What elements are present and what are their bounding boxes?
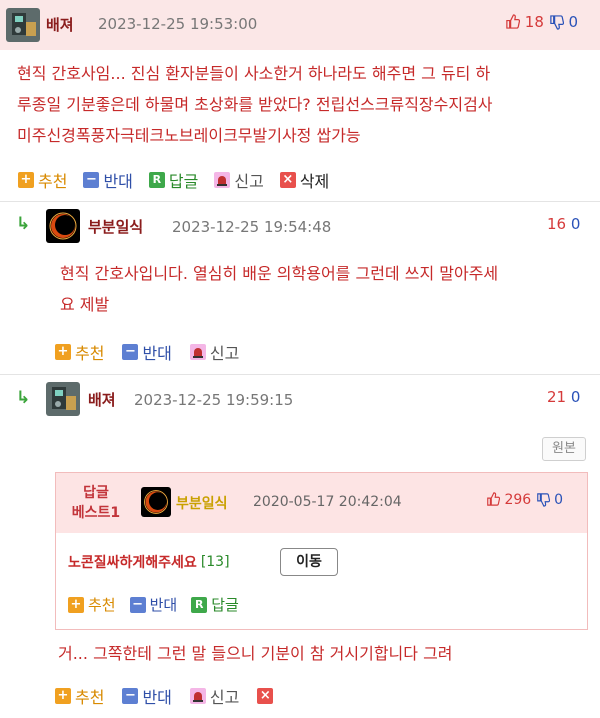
downvote-button[interactable]: − 반대 bbox=[122, 684, 172, 708]
best-reply-author[interactable]: 부분일식 bbox=[176, 493, 228, 513]
reply-icon: R bbox=[191, 596, 208, 613]
comment-line: 현직 간호사입니다. 열심히 배운 의학용어를 그런데 쓰지 말아주세 bbox=[60, 264, 499, 283]
comment-actions: + 추천 − 반대 신고 × bbox=[55, 684, 277, 708]
thumbs-down-icon[interactable] bbox=[536, 493, 550, 507]
downvote-button[interactable]: − 반대 bbox=[122, 340, 172, 364]
avatar[interactable] bbox=[141, 487, 171, 517]
minus-icon: − bbox=[129, 596, 146, 613]
downvote-count: 0 bbox=[570, 215, 581, 233]
vote-count: 21 0 bbox=[547, 388, 580, 406]
close-icon: × bbox=[257, 688, 274, 704]
upvote-count: 18 bbox=[524, 13, 544, 31]
siren-icon bbox=[189, 344, 206, 360]
upvote-button[interactable]: + 추천 bbox=[55, 340, 104, 364]
report-button[interactable]: 신고 bbox=[189, 684, 239, 708]
siren-icon bbox=[189, 688, 206, 704]
upvote-button[interactable]: + 추천 bbox=[18, 168, 67, 192]
best-reply-actions: + 추천 − 반대 R 답글 bbox=[68, 594, 239, 615]
minus-icon: − bbox=[122, 688, 139, 704]
upvote-count: 21 bbox=[547, 388, 567, 406]
best-reply-date: 2020-05-17 20:42:04 bbox=[253, 494, 402, 510]
move-button[interactable]: 이동 bbox=[280, 548, 338, 576]
downvote-count: 0 bbox=[568, 13, 578, 31]
best-reply-title-text[interactable]: 노콘질싸하게해주세요 bbox=[68, 552, 197, 572]
minus-icon: − bbox=[122, 344, 139, 360]
comment-date: 2023-12-25 19:53:00 bbox=[98, 15, 258, 33]
comment-actions: + 추천 − 반대 R 답글 신고 × 삭제 bbox=[18, 168, 329, 192]
vote-count: 296 0 bbox=[486, 492, 563, 508]
best-reply-label: 답글 베스트1 bbox=[71, 485, 121, 521]
thumbs-up-icon[interactable] bbox=[505, 14, 521, 29]
upvote-count: 16 bbox=[547, 215, 567, 233]
comment-author[interactable]: 배져 bbox=[46, 14, 74, 35]
divider bbox=[0, 374, 600, 375]
thumbs-up-icon[interactable] bbox=[486, 492, 501, 506]
original-button[interactable]: 원본 bbox=[542, 437, 586, 461]
reply-arrow-icon: ↳ bbox=[16, 388, 31, 408]
best-reply-title: 노콘질싸하게해주세요 [13] bbox=[68, 552, 230, 572]
siren-icon bbox=[214, 172, 231, 188]
close-icon: × bbox=[279, 172, 296, 188]
plus-icon: + bbox=[55, 688, 71, 704]
reply-arrow-icon: ↳ bbox=[16, 214, 31, 234]
plus-icon: + bbox=[55, 344, 71, 360]
report-button[interactable]: 신고 bbox=[189, 340, 239, 364]
minus-icon: − bbox=[83, 172, 100, 188]
report-button[interactable]: 신고 bbox=[214, 168, 264, 192]
downvote-button[interactable]: − 반대 bbox=[129, 594, 177, 615]
comment-body: 현직 간호사입니다. 열심히 배운 의학용어를 그런데 쓰지 말아주세 요 제발 bbox=[60, 258, 590, 320]
downvote-count: 0 bbox=[570, 388, 581, 406]
upvote-button[interactable]: + 추천 bbox=[55, 684, 104, 708]
downvote-count: 0 bbox=[554, 492, 564, 508]
delete-button[interactable]: × 삭제 bbox=[279, 168, 329, 192]
vote-count: 18 0 bbox=[505, 13, 578, 31]
upvote-button[interactable]: + 추천 bbox=[68, 594, 116, 615]
comment-line: 루종일 기분좋은데 하물며 초상화를 받았다? 전립선스크류직장수지검사 bbox=[17, 95, 493, 114]
reply-button[interactable]: R 답글 bbox=[191, 594, 239, 615]
plus-icon: + bbox=[68, 596, 84, 613]
delete-button[interactable]: × bbox=[257, 684, 277, 708]
comment-author[interactable]: 부분일식 bbox=[88, 216, 143, 237]
comment-date: 2023-12-25 19:59:15 bbox=[134, 391, 294, 409]
vote-count: 16 0 bbox=[547, 215, 580, 233]
best-reply-count: [13] bbox=[200, 554, 230, 570]
plus-icon: + bbox=[18, 172, 34, 188]
avatar[interactable] bbox=[6, 8, 40, 42]
comment-line: 현직 간호사임... 진심 환자분들이 사소한거 하나라도 해주면 그 듀티 하 bbox=[17, 64, 491, 83]
comment-body: 거... 그쪽한테 그런 말 들으니 기분이 참 거시기합니다 그려 bbox=[58, 638, 593, 669]
avatar[interactable] bbox=[46, 209, 80, 243]
reply-icon: R bbox=[148, 172, 165, 188]
comment-author[interactable]: 배져 bbox=[88, 389, 116, 410]
downvote-button[interactable]: − 반대 bbox=[83, 168, 133, 192]
divider bbox=[0, 201, 600, 202]
comment-line: 미주신경폭풍자극테크노브레이크무발기사정 쌉가능 bbox=[17, 126, 361, 145]
comment-line: 거... 그쪽한테 그런 말 들으니 기분이 참 거시기합니다 그려 bbox=[58, 644, 453, 663]
comment-date: 2023-12-25 19:54:48 bbox=[172, 218, 332, 236]
comment-body: 현직 간호사임... 진심 환자분들이 사소한거 하나라도 해주면 그 듀티 하… bbox=[17, 58, 597, 151]
thumbs-down-icon[interactable] bbox=[549, 15, 564, 30]
avatar[interactable] bbox=[46, 382, 80, 416]
comment-line: 요 제발 bbox=[60, 295, 110, 314]
comment-actions: + 추천 − 반대 신고 bbox=[55, 340, 239, 364]
reply-button[interactable]: R 답글 bbox=[148, 168, 198, 192]
upvote-count: 296 bbox=[504, 492, 532, 508]
